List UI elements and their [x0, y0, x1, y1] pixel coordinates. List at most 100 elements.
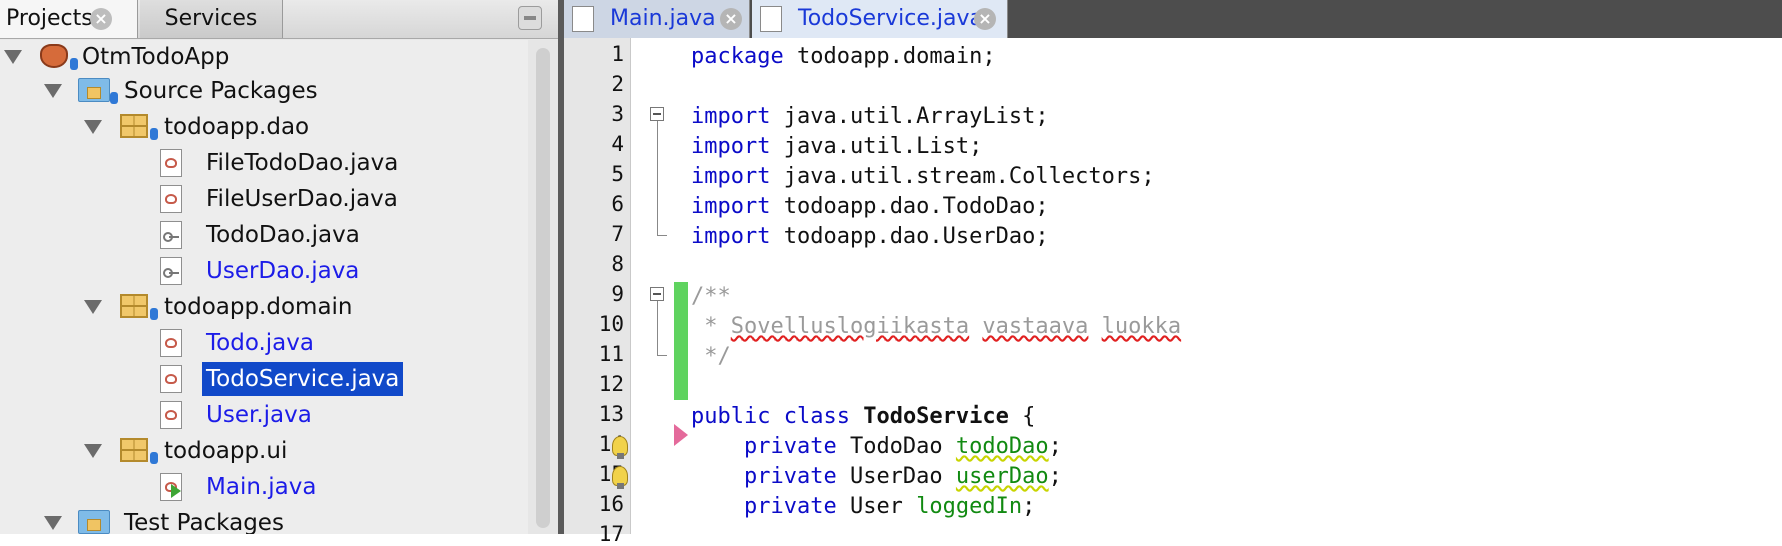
fold-toggle-icon[interactable] [650, 287, 664, 301]
code-lines: package todoapp.domain; import java.util… [691, 38, 1782, 534]
close-icon[interactable]: × [974, 8, 996, 30]
file-name: TodoDao.java [206, 222, 360, 248]
line-number: 5 [611, 162, 624, 186]
comment [969, 314, 982, 339]
java-class-icon [160, 401, 182, 429]
package-name: todoapp.domain [164, 294, 353, 320]
close-icon[interactable]: × [90, 8, 112, 30]
file-name: UserDao.java [206, 258, 360, 284]
tab-projects[interactable]: Projects × [0, 0, 138, 38]
line-number: 1 [611, 42, 624, 66]
minimize-panel-button[interactable] [518, 6, 542, 30]
expand-toggle-icon[interactable] [44, 516, 62, 530]
code-text: ; [1048, 434, 1062, 459]
field-name: todoDao [955, 434, 1049, 459]
fold-toggle-icon[interactable] [650, 107, 664, 121]
line-number: 16 [598, 492, 624, 516]
code-line-1: package todoapp.domain; [691, 42, 1782, 72]
code-line-13: public class TodoService { [691, 402, 1782, 432]
package-name: todoapp.dao [164, 114, 310, 140]
file-name: User.java [206, 402, 312, 428]
comment [1088, 314, 1101, 339]
close-icon[interactable]: × [720, 8, 742, 30]
tab-services[interactable]: Services [140, 0, 283, 38]
comment: /** [691, 284, 731, 309]
test-folder-icon [78, 510, 110, 534]
hint-bulb-icon[interactable] [612, 466, 628, 489]
file-name: Main.java [206, 474, 317, 500]
java-main-class-icon [572, 6, 594, 32]
keyword: import [691, 194, 771, 219]
package-icon [120, 114, 148, 138]
comment: */ [691, 344, 731, 369]
breakpoint-marker-icon[interactable] [674, 424, 688, 446]
scrollbar-thumb[interactable] [536, 48, 550, 528]
source-folder-icon [78, 78, 110, 102]
expand-toggle-icon[interactable] [4, 50, 22, 64]
project-name: OtmTodoApp [82, 44, 230, 70]
folder-badge-icon [110, 92, 118, 104]
file-name: Todo.java [206, 330, 314, 356]
editor-tab-bar: Main.java × TodoService.java × [564, 0, 1782, 38]
java-interface-icon [160, 257, 182, 285]
keyword: import [691, 164, 771, 189]
editor-tab-main[interactable]: Main.java × [564, 0, 750, 38]
code-text: ; [1022, 494, 1036, 519]
code-text: todoapp.dao.UserDao; [770, 224, 1049, 249]
java-class-icon [160, 149, 182, 177]
field-name: userDao [955, 464, 1049, 489]
project-badge-icon [70, 58, 78, 70]
java-class-icon [160, 185, 182, 213]
test-packages-label: Test Packages [124, 510, 284, 534]
expand-toggle-icon[interactable] [84, 444, 102, 458]
code-line-3: import java.util.ArrayList; [691, 102, 1782, 132]
code-line-16: private User loggedIn; [691, 492, 1782, 522]
projects-panel: Projects × Services OtmTodoApp Source Pa… [0, 0, 558, 534]
line-number: 7 [611, 222, 624, 246]
file-name: FileUserDao.java [206, 186, 398, 212]
code-line-15: private UserDao userDao; [691, 462, 1782, 492]
change-marker [674, 282, 688, 400]
editor-tab-label: Main.java [610, 6, 716, 31]
expand-toggle-icon[interactable] [44, 84, 62, 98]
keyword: private [743, 434, 837, 459]
file-name: TodoService.java [202, 362, 404, 396]
package-name: todoapp.ui [164, 438, 288, 464]
code-text: todoapp.domain; [783, 44, 996, 69]
code-text: java.util.ArrayList; [770, 104, 1049, 129]
code-line-5: import java.util.stream.Collectors; [691, 162, 1782, 192]
fold-end [657, 355, 667, 356]
tree-scrollbar[interactable] [528, 40, 558, 534]
editor-tab-label: TodoService.java [798, 6, 983, 31]
java-class-icon [160, 329, 182, 357]
class-name: TodoService [863, 404, 1009, 429]
code-line-11: */ [691, 342, 1782, 372]
code-text: java.util.stream.Collectors; [770, 164, 1155, 189]
tab-services-label: Services [164, 6, 258, 31]
code-text: TodoDao [836, 434, 956, 459]
line-number: 8 [611, 252, 624, 276]
code-line-9: /** [691, 282, 1782, 312]
hint-bulb-icon[interactable] [612, 436, 628, 459]
line-number: 6 [611, 192, 624, 216]
fold-line [657, 301, 658, 355]
comment-word: vastaava [982, 314, 1089, 339]
package-badge-icon [150, 128, 158, 140]
field-name: loggedIn [916, 494, 1023, 519]
source-packages-label: Source Packages [124, 78, 318, 104]
comment-word: luokka [1101, 314, 1182, 339]
fold-line [657, 121, 658, 235]
project-icon [40, 44, 68, 68]
code-text: { [1008, 404, 1036, 429]
expand-toggle-icon[interactable] [84, 300, 102, 314]
editor-tab-todoservice[interactable]: TodoService.java × [752, 0, 1008, 38]
java-class-icon [160, 365, 182, 393]
code-text: User [836, 494, 917, 519]
package-icon [120, 438, 148, 462]
line-number: 9 [611, 282, 624, 306]
keyword: private [743, 464, 837, 489]
keyword: import [691, 224, 771, 249]
comment: * [691, 314, 731, 339]
expand-toggle-icon[interactable] [84, 120, 102, 134]
code-text: ; [1048, 464, 1062, 489]
